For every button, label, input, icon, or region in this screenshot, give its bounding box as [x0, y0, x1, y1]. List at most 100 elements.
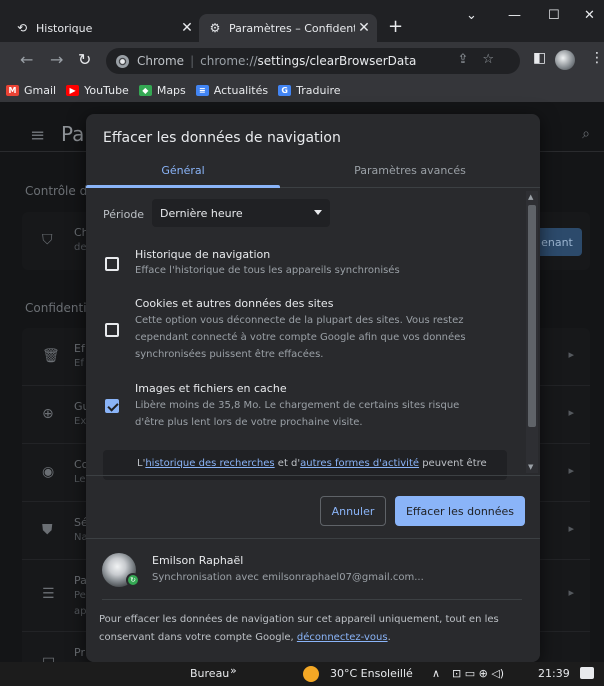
divider — [86, 475, 540, 476]
history-icon: ⟲ — [16, 21, 28, 35]
tab-advanced[interactable]: Paramètres avancés — [280, 164, 540, 177]
active-tab-indicator — [86, 185, 280, 188]
row-subtitle: Le — [74, 474, 86, 485]
account-sync-status: Synchronisation avec emilsonraphael07@gm… — [152, 572, 424, 583]
chevron-icon[interactable]: » — [230, 664, 237, 677]
chevron-right-icon: ▸ — [568, 522, 574, 535]
weather-sun-icon — [303, 666, 319, 682]
activity-link[interactable]: autres formes d'activité — [300, 458, 419, 469]
bookmark-gmail[interactable]: M Gmail — [6, 84, 56, 97]
clock[interactable]: 21:39 — [538, 667, 570, 680]
bookmark-actualites[interactable]: ≡ Actualités — [195, 84, 268, 97]
youtube-icon: ▶ — [66, 84, 80, 96]
share-bookmark-icons[interactable]: ⇪☆ — [457, 52, 508, 67]
dialog-tabs: Général Paramètres avancés — [86, 158, 540, 188]
tab-parametres[interactable]: ⚙ Paramètres – Confidentialité ✕ — [199, 14, 377, 42]
settings-gear-icon: ⚙ — [209, 21, 221, 35]
scroll-up-icon[interactable]: ▲ — [528, 193, 533, 201]
clear-browsing-data-dialog: Effacer les données de navigation Généra… — [86, 114, 540, 662]
chevron-right-icon: ▸ — [568, 586, 574, 599]
row-subtitle: Ef — [74, 358, 84, 369]
shield-check-icon: ⛉ — [42, 232, 53, 248]
tray-icons[interactable]: ⊡ ▭ ⊕ ◁) — [452, 667, 504, 680]
profile-avatar[interactable] — [555, 50, 575, 70]
close-window-button[interactable]: ✕ — [584, 8, 595, 23]
option-cache[interactable]: Images et fichiers en cache Libère moins… — [103, 382, 523, 434]
weather-text[interactable]: 30°C Ensoleillé — [330, 667, 413, 680]
menu-dots-icon[interactable]: ⋮ — [590, 50, 604, 66]
hamburger-menu-icon[interactable]: ≡ — [30, 125, 45, 146]
option-history[interactable]: Historique de navigation Efface l'histor… — [103, 248, 523, 284]
footer-text: Pour effacer les données de navigation s… — [99, 611, 519, 647]
notification-icon[interactable] — [580, 667, 594, 679]
scroll-down-icon[interactable]: ▼ — [528, 463, 533, 471]
bookmark-youtube[interactable]: ▶ YouTube — [66, 84, 129, 97]
back-icon[interactable]: ← — [20, 50, 33, 69]
bookmark-label: Traduire — [296, 83, 341, 97]
bookmark-traduire[interactable]: G Traduire — [278, 83, 341, 97]
new-tab-button[interactable]: + — [388, 16, 403, 37]
period-value: Dernière heure — [160, 206, 243, 220]
trash-icon: 🗑 — [42, 348, 60, 364]
tab-historique[interactable]: ⟲ Historique ✕ — [14, 14, 200, 42]
tab-label: Paramètres – Confidentialité — [229, 21, 355, 35]
option-description: Efface l'historique de tous les appareil… — [135, 265, 400, 276]
compass-icon: ⊕ — [42, 406, 54, 422]
shield-icon: ⛊ — [42, 522, 53, 538]
bookmark-maps[interactable]: ◆ Maps — [138, 84, 186, 97]
period-label: Période — [103, 208, 145, 221]
cookie-icon: ◉ — [42, 464, 55, 480]
history-checkbox[interactable] — [105, 257, 119, 271]
scrollbar-thumb[interactable] — [528, 205, 536, 427]
minimize-button[interactable]: — — [508, 8, 521, 23]
chevron-right-icon: ▸ — [568, 464, 574, 477]
row-title: Pr — [74, 646, 85, 659]
info-text: peuvent être — [419, 458, 487, 469]
url-scheme: chrome:// — [200, 54, 258, 68]
cancel-button[interactable]: Annuler — [320, 496, 386, 526]
divider — [102, 599, 522, 600]
period-dropdown[interactable]: Dernière heure — [152, 199, 330, 227]
bookmark-label: Gmail — [24, 83, 57, 97]
news-icon: ≡ — [195, 84, 209, 96]
chrome-logo-icon — [116, 54, 129, 68]
gmail-icon: M — [6, 84, 19, 96]
caret-down-icon — [314, 210, 322, 215]
section-heading: Contrôle d — [25, 184, 88, 198]
row-title: Pa — [74, 574, 87, 587]
side-panel-icon[interactable]: ◧ — [533, 50, 546, 66]
tab-search-icon[interactable]: ⌄ — [466, 8, 477, 23]
maximize-button[interactable]: ☐ — [548, 8, 560, 23]
sync-icon: ↻ — [126, 573, 140, 587]
chevron-right-icon: ▸ — [568, 406, 574, 419]
chevron-right-icon: ▸ — [568, 348, 574, 361]
section-heading: Confidenti — [25, 301, 87, 315]
footer-period: . — [387, 632, 391, 643]
cache-checkbox[interactable] — [105, 399, 119, 413]
tab-general[interactable]: Général — [86, 164, 280, 177]
url-path: settings/clearBrowserData — [257, 54, 417, 68]
dialog-title: Effacer les données de navigation — [103, 130, 341, 146]
option-cookies[interactable]: Cookies et autres données des sites Cett… — [103, 297, 523, 367]
close-tab-icon[interactable]: ✕ — [355, 20, 373, 36]
row-title: Ef — [74, 342, 85, 355]
url-separator: | — [190, 54, 195, 68]
reload-icon[interactable]: ↻ — [78, 50, 91, 69]
forward-icon[interactable]: → — [50, 50, 63, 69]
translate-icon: G — [278, 84, 292, 96]
account-name: Emilson Raphaël — [152, 554, 244, 567]
close-tab-icon[interactable]: ✕ — [178, 20, 196, 36]
sign-out-link[interactable]: déconnectez-vous — [297, 632, 388, 643]
windows-taskbar: Bureau » 30°C Ensoleillé ∧ ⊡ ▭ ⊕ ◁) 21:3… — [0, 662, 604, 686]
bookmark-label: YouTube — [84, 83, 129, 97]
search-icon[interactable]: ⌕ — [582, 126, 590, 142]
cookies-checkbox[interactable] — [105, 323, 119, 337]
tray-chevron-icon[interactable]: ∧ — [432, 667, 440, 680]
desktop-label[interactable]: Bureau — [190, 667, 229, 680]
search-history-link[interactable]: historique des recherches — [145, 458, 274, 469]
address-bar[interactable]: Chrome | chrome:// settings/clearBrowser… — [106, 48, 520, 74]
clear-data-button[interactable]: Effacer les données — [395, 496, 525, 526]
dialog-scrollbar[interactable]: ▲ ▼ — [526, 191, 538, 473]
option-title: Cookies et autres données des sites — [135, 297, 334, 310]
option-title: Images et fichiers en cache — [135, 382, 287, 395]
